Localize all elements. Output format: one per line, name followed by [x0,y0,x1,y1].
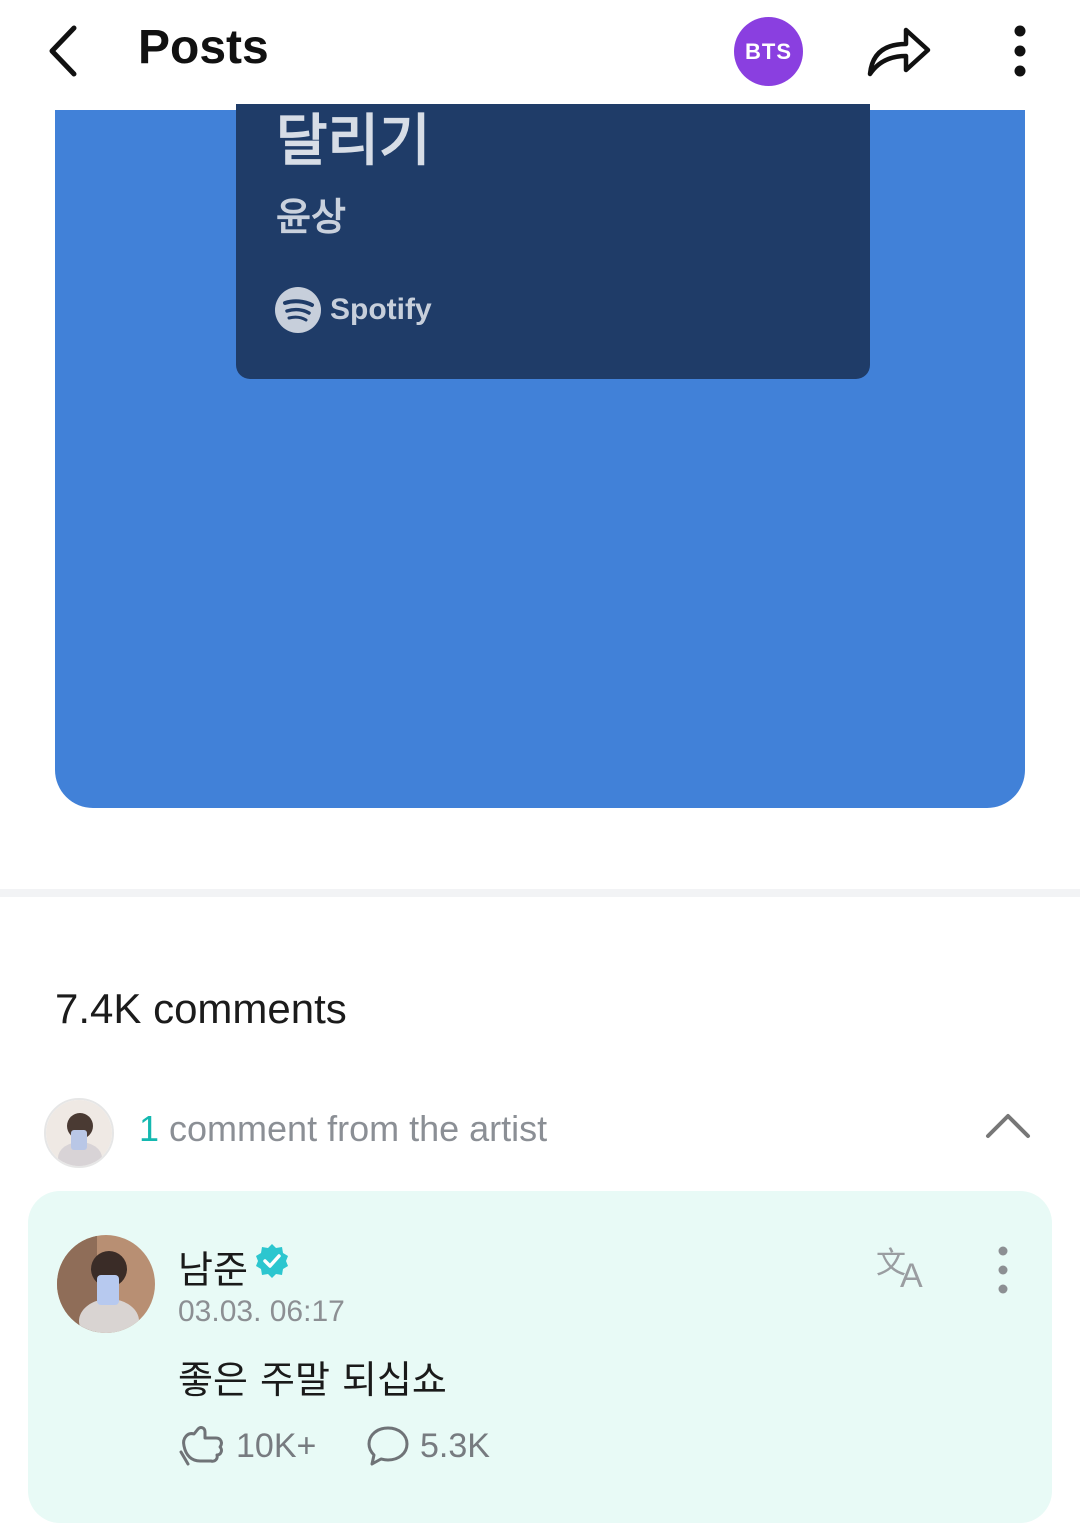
back-button[interactable] [38,22,94,78]
chevron-up-icon [986,1114,1030,1138]
translate-icon: 文 A [876,1246,923,1295]
section-divider [0,889,1080,897]
translate-button[interactable]: 文 A [876,1243,936,1295]
community-badge[interactable]: BTS [734,17,803,86]
post-image[interactable]: 달리기 윤상 Spotify [55,100,1025,808]
more-vertical-icon [1014,25,1026,77]
more-vertical-icon [998,1246,1008,1294]
spotify-track-card[interactable]: 달리기 윤상 Spotify [236,100,870,379]
commenter-name[interactable]: 남준 [178,1239,248,1294]
avatar-image [46,1100,112,1166]
commenter-avatar[interactable] [57,1235,155,1333]
avatar-image [57,1235,155,1333]
verified-badge-icon [256,1244,288,1278]
top-app-bar: Posts BTS [0,0,1080,104]
artist-comment-card[interactable]: 남준 03.03. 06:17 좋은 주말 되십쇼 文 A 10K+ 5.3K [28,1191,1052,1523]
reply-button[interactable]: 5.3K [366,1421,490,1471]
more-options-button[interactable] [1000,22,1040,82]
artist-comment-label: comment from the artist [159,1108,548,1149]
comment-text: 좋은 주말 되십쇼 [178,1358,447,1402]
reply-count: 5.3K [420,1426,490,1465]
comment-more-button[interactable] [990,1245,1016,1295]
like-count: 10K+ [236,1426,317,1465]
artist-avatar [44,1098,114,1168]
share-icon [867,27,931,77]
comments-count: 7.4K comments [55,985,347,1032]
artist-comment-summary: 1 comment from the artist [139,1108,547,1150]
like-icon [179,1426,223,1466]
spotify-icon [275,287,321,333]
comment-bubble-icon [367,1426,409,1466]
svg-text:A: A [900,1257,923,1293]
artist-comment-count: 1 [139,1108,160,1149]
spotify-logo: Spotify [274,285,432,335]
artist-comments-header[interactable]: 1 comment from the artist [44,1094,1044,1168]
comment-timestamp: 03.03. 06:17 [178,1295,345,1328]
track-artist: 윤상 [276,195,346,239]
collapse-button[interactable] [984,1106,1032,1142]
like-button[interactable]: 10K+ [178,1421,316,1471]
spotify-wordmark: Spotify [330,293,432,326]
chevron-left-icon [49,25,77,77]
page-title: Posts [138,21,269,74]
track-title: 달리기 [276,109,431,174]
share-button[interactable] [862,18,936,84]
